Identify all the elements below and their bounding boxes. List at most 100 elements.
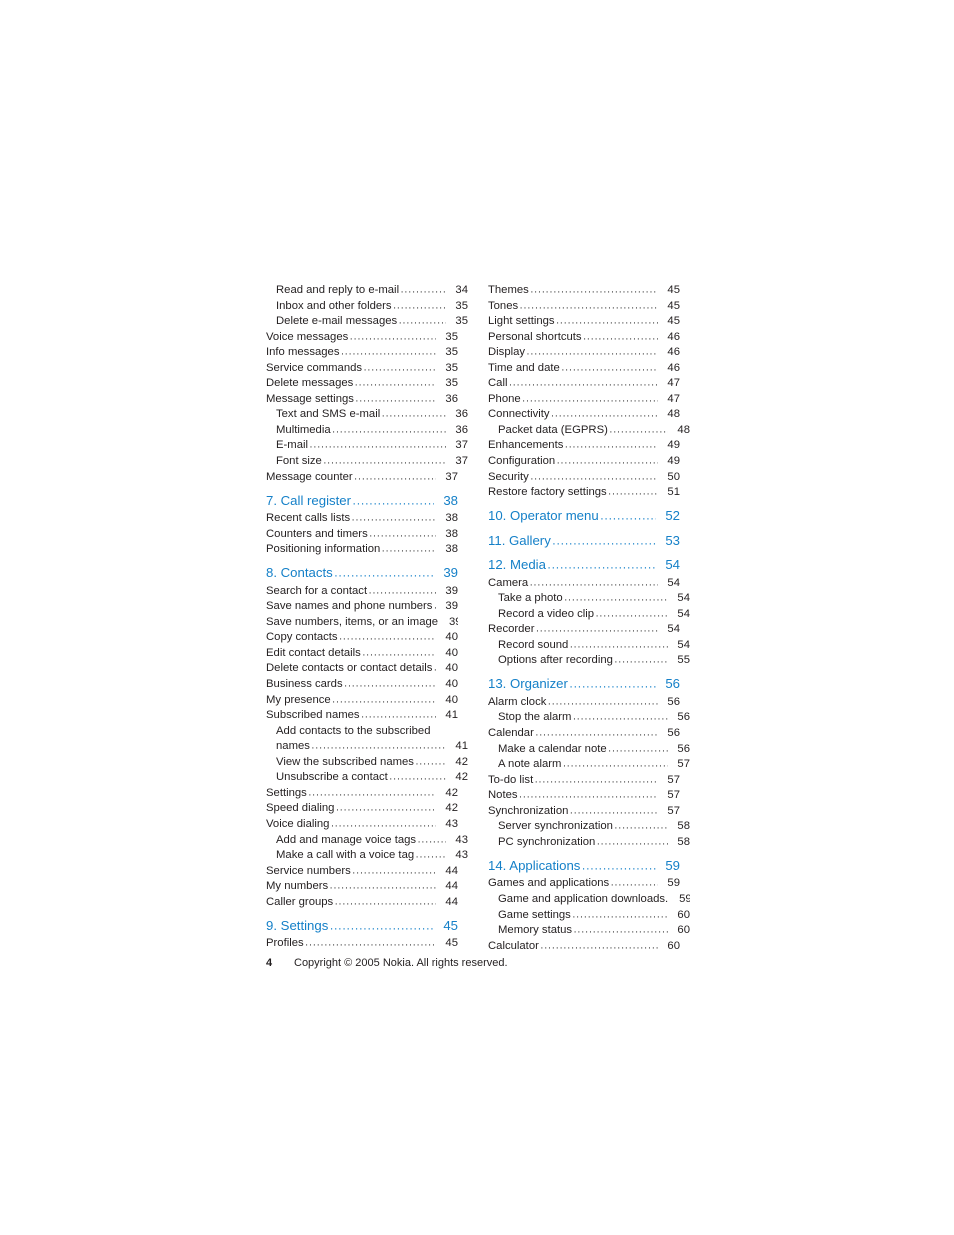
toc-leader-dots: ........................................…	[309, 438, 446, 451]
toc-entry[interactable]: Add and manage voice tags...............…	[266, 833, 468, 849]
toc-entry[interactable]: Phone...................................…	[488, 392, 680, 408]
toc-entry[interactable]: Make a call with a voice tag............…	[266, 848, 468, 864]
toc-entry[interactable]: Record sound............................…	[488, 638, 690, 654]
toc-entry[interactable]: Server synchronization..................…	[488, 819, 690, 835]
toc-entry[interactable]: Business cards..........................…	[266, 677, 458, 693]
toc-entry[interactable]: Restore factory settings................…	[488, 485, 680, 501]
toc-leader-dots: ........................................…	[572, 710, 668, 723]
toc-entry[interactable]: Tones...................................…	[488, 299, 680, 315]
toc-leader-dots: ........................................…	[354, 470, 436, 483]
toc-entry[interactable]: Delete contacts or contact details......…	[266, 661, 458, 677]
toc-entry-title: Connectivity	[488, 408, 550, 421]
toc-entry[interactable]: Stop the alarm..........................…	[488, 710, 690, 726]
toc-entry[interactable]: Speed dialing...........................…	[266, 801, 458, 817]
toc-entry[interactable]: Service numbers.........................…	[266, 864, 458, 880]
toc-entry[interactable]: Message counter.........................…	[266, 470, 458, 486]
toc-chapter-entry[interactable]: 9. Settings.............................…	[266, 917, 458, 935]
toc-entry[interactable]: Take a photo............................…	[488, 591, 690, 607]
toc-entry[interactable]: Display.................................…	[488, 345, 680, 361]
toc-entry[interactable]: Font size...............................…	[266, 454, 468, 470]
toc-entry[interactable]: Recorder................................…	[488, 622, 680, 638]
toc-entry-title: Restore factory settings	[488, 486, 607, 499]
toc-entry[interactable]: Edit contact details....................…	[266, 646, 458, 662]
toc-entry[interactable]: Personal shortcuts......................…	[488, 330, 680, 346]
toc-entry[interactable]: Memory status...........................…	[488, 923, 690, 939]
toc-entry[interactable]: Security................................…	[488, 470, 680, 486]
toc-entry[interactable]: Delete e-mail messages..................…	[266, 314, 468, 330]
toc-entry[interactable]: Delete messages.........................…	[266, 376, 458, 392]
toc-entry[interactable]: Profiles................................…	[266, 936, 458, 952]
toc-entry-title: Alarm clock	[488, 695, 547, 708]
toc-entry[interactable]: Camera..................................…	[488, 576, 680, 592]
toc-entry[interactable]: Record a video clip.....................…	[488, 607, 690, 623]
toc-entry[interactable]: Light settings..........................…	[488, 314, 680, 330]
toc-entry[interactable]: Text and SMS e-mail.....................…	[266, 407, 468, 423]
toc-entry-title: Message counter	[266, 470, 353, 483]
toc-chapter-entry[interactable]: 11. Gallery.............................…	[488, 532, 680, 550]
toc-chapter-entry[interactable]: 14. Applications........................…	[488, 857, 680, 875]
toc-entry[interactable]: Call....................................…	[488, 376, 680, 392]
toc-entry[interactable]: Add contacts to the subscribed..........…	[266, 724, 468, 740]
toc-entry[interactable]: Calculator..............................…	[488, 939, 680, 955]
toc-entry-page-number: 38	[445, 543, 458, 556]
toc-entry[interactable]: Options after recording.................…	[488, 653, 690, 669]
toc-chapter-entry[interactable]: 7. Call register........................…	[266, 492, 458, 510]
toc-entry[interactable]: Synchronization.........................…	[488, 804, 680, 820]
toc-entry-page-number: 56	[665, 676, 680, 692]
toc-entry[interactable]: Search for a contact....................…	[266, 584, 458, 600]
toc-entry[interactable]: Enhancements............................…	[488, 438, 680, 454]
toc-entry[interactable]: To-do list..............................…	[488, 773, 680, 789]
toc-entry[interactable]: Notes...................................…	[488, 788, 680, 804]
toc-entry[interactable]: View the subscribed names...............…	[266, 755, 468, 771]
toc-entry[interactable]: Copy contacts...........................…	[266, 630, 458, 646]
toc-entry[interactable]: Inbox and other folders.................…	[266, 299, 468, 315]
toc-entry[interactable]: Calendar................................…	[488, 726, 680, 742]
toc-chapter-entry[interactable]: 12. Media...............................…	[488, 556, 680, 574]
toc-leader-dots: ........................................…	[417, 833, 446, 845]
toc-entry[interactable]: Make a calendar note....................…	[488, 742, 690, 758]
toc-entry[interactable]: Alarm clock.............................…	[488, 695, 680, 711]
toc-entry[interactable]: Service commands........................…	[266, 361, 458, 377]
toc-entry[interactable]: My presence.............................…	[266, 693, 458, 709]
toc-entry[interactable]: Info messages...........................…	[266, 345, 458, 361]
toc-entry[interactable]: Connectivity............................…	[488, 407, 680, 423]
toc-entry[interactable]: Settings................................…	[266, 786, 458, 802]
toc-entry-page-number: 45	[443, 917, 458, 933]
toc-leader-dots: ........................................…	[562, 757, 668, 770]
toc-entry[interactable]: Configuration...........................…	[488, 454, 680, 470]
toc-entry[interactable]: PC synchronization......................…	[488, 835, 690, 851]
toc-entry[interactable]: Recent calls lists......................…	[266, 511, 458, 527]
toc-entry-page-number: 58	[677, 820, 690, 833]
toc-entry-page-number: 43	[455, 849, 468, 862]
toc-right-column: Themes..................................…	[488, 283, 690, 955]
toc-entry[interactable]: Voice messages..........................…	[266, 330, 458, 346]
toc-entry[interactable]: Time and date...........................…	[488, 361, 680, 377]
toc-chapter-entry[interactable]: 8. Contacts.............................…	[266, 564, 458, 582]
toc-entry[interactable]: Themes..................................…	[488, 283, 680, 299]
toc-entry-title: Subscribed names	[266, 709, 360, 722]
toc-entry-page-number: 44	[445, 880, 458, 893]
toc-entry-title: Time and date	[488, 361, 560, 374]
toc-entry[interactable]: Positioning information.................…	[266, 542, 458, 558]
toc-entry[interactable]: Game and application downloads..........…	[488, 892, 690, 908]
toc-chapter-entry[interactable]: 10. Operator menu.......................…	[488, 507, 680, 525]
toc-entry-title: Add and manage voice tags	[276, 833, 417, 846]
toc-entry[interactable]: Subscribed names........................…	[266, 708, 458, 724]
toc-entry[interactable]: E-mail..................................…	[266, 438, 468, 454]
toc-entry[interactable]: Save names and phone numbers............…	[266, 599, 458, 615]
toc-entry[interactable]: Caller groups...........................…	[266, 895, 458, 911]
toc-entry[interactable]: Read and reply to e-mail................…	[266, 283, 468, 299]
toc-entry[interactable]: A note alarm............................…	[488, 757, 690, 773]
toc-chapter-entry[interactable]: 13. Organizer...........................…	[488, 675, 680, 693]
toc-entry[interactable]: Unsubscribe a contact...................…	[266, 770, 468, 786]
toc-entry[interactable]: Multimedia..............................…	[266, 423, 468, 439]
toc-entry[interactable]: Packet data (EGPRS).....................…	[488, 423, 690, 439]
toc-entry[interactable]: Game settings...........................…	[488, 908, 690, 924]
toc-entry[interactable]: Counters and timers.....................…	[266, 527, 458, 543]
toc-entry[interactable]: Message settings........................…	[266, 392, 458, 408]
toc-entry[interactable]: Voice dialing...........................…	[266, 817, 458, 833]
toc-entry[interactable]: names...................................…	[266, 739, 468, 755]
toc-entry[interactable]: My numbers..............................…	[266, 879, 458, 895]
toc-entry[interactable]: Save numbers, items, or an image........…	[266, 615, 458, 631]
toc-entry[interactable]: Games and applications..................…	[488, 876, 680, 892]
